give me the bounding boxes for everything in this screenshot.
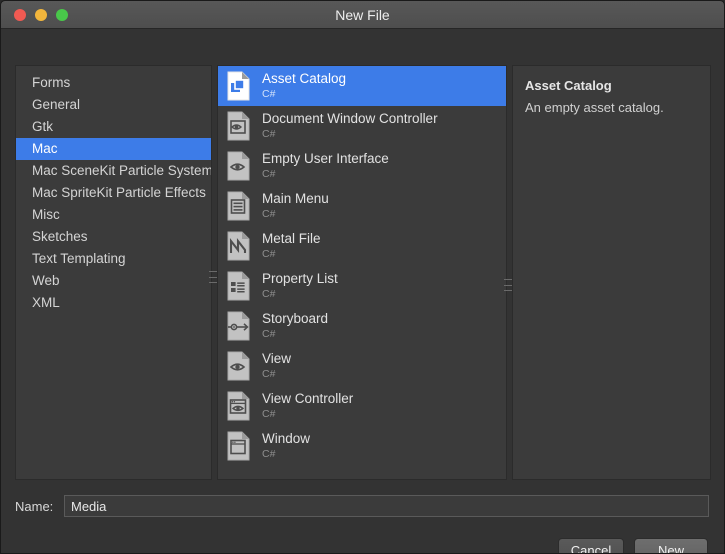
- metal-file-icon: [226, 231, 252, 261]
- template-item-text: View Controller C#: [262, 392, 353, 419]
- template-item-storyboard[interactable]: Storyboard C#: [218, 306, 506, 346]
- category-item-mac[interactable]: Mac: [16, 138, 211, 160]
- template-item-text: Property List C#: [262, 272, 338, 299]
- eye-document-icon: [226, 151, 252, 181]
- template-item-text: Metal File C#: [262, 232, 321, 259]
- category-item-xml[interactable]: XML: [16, 292, 211, 314]
- template-item-language: C#: [262, 127, 276, 140]
- name-input[interactable]: [64, 495, 709, 517]
- template-item-view[interactable]: View C#: [218, 346, 506, 386]
- template-item-name: Main Menu: [262, 191, 329, 207]
- detail-description: An empty asset catalog.: [525, 100, 664, 115]
- template-item-window[interactable]: Window C#: [218, 426, 506, 466]
- category-item-general[interactable]: General: [16, 94, 211, 116]
- new-file-dialog: New File Forms General Gtk Mac Mac SceneKit …: [0, 0, 725, 554]
- category-item-text-templating[interactable]: Text Templating: [16, 248, 211, 270]
- dialog-footer: Cancel New: [558, 538, 708, 553]
- template-item-text: Asset Catalog C#: [262, 72, 346, 99]
- category-item-sketches[interactable]: Sketches: [16, 226, 211, 248]
- template-item-asset-catalog[interactable]: Asset Catalog C#: [218, 66, 506, 106]
- cancel-button[interactable]: Cancel: [558, 538, 624, 553]
- window-icon: [226, 431, 252, 461]
- category-list[interactable]: Forms General Gtk Mac Mac SceneKit Particle …: [16, 66, 211, 314]
- category-item-gtk[interactable]: Gtk: [16, 116, 211, 138]
- new-button[interactable]: New: [634, 538, 708, 553]
- category-item-mac-scenekit-particle-systems[interactable]: Mac SceneKit Particle Systems: [16, 160, 211, 182]
- template-item-name: Metal File: [262, 231, 321, 247]
- template-item-text: Window C#: [262, 432, 310, 459]
- template-pane: Asset Catalog C# Document Window Controlle…: [217, 65, 507, 480]
- eye-document-icon: [226, 351, 252, 381]
- template-item-name: Empty User Interface: [262, 151, 389, 167]
- dialog-titlebar[interactable]: New File: [1, 1, 724, 29]
- menu-document-icon: [226, 191, 252, 221]
- dialog-title: New File: [335, 7, 390, 23]
- template-item-name: Asset Catalog: [262, 71, 347, 87]
- template-item-text: Document Window Controller C#: [262, 112, 438, 139]
- template-item-language: C#: [262, 87, 276, 100]
- dialog-body: Forms General Gtk Mac Mac SceneKit Particle …: [1, 29, 724, 553]
- template-item-text: Main Menu C#: [262, 192, 329, 219]
- category-item-forms[interactable]: Forms: [16, 72, 211, 94]
- template-item-text: View C#: [262, 352, 291, 379]
- template-item-language: C#: [262, 247, 276, 260]
- template-item-document-window-controller[interactable]: Document Window Controller C#: [218, 106, 506, 146]
- property-list-icon: [226, 271, 252, 301]
- storyboard-icon: [226, 311, 252, 341]
- category-pane: Forms General Gtk Mac Mac SceneKit Particle …: [15, 65, 212, 480]
- template-item-name: View: [262, 351, 292, 367]
- template-item-name: Property List: [262, 271, 338, 287]
- template-item-language: C#: [262, 287, 276, 300]
- template-list[interactable]: Asset Catalog C# Document Window Controlle…: [218, 66, 506, 466]
- category-item-misc[interactable]: Misc: [16, 204, 211, 226]
- template-item-main-menu[interactable]: Main Menu C#: [218, 186, 506, 226]
- template-item-language: C#: [262, 447, 276, 460]
- name-label: Name:: [15, 498, 54, 514]
- template-item-empty-user-interface[interactable]: Empty User Interface C#: [218, 146, 506, 186]
- template-item-language: C#: [262, 327, 276, 340]
- detail-pane: Asset Catalog An empty asset catalog.: [512, 65, 711, 480]
- category-item-mac-spritekit-particle-effects[interactable]: Mac SpriteKit Particle Effects: [16, 182, 211, 204]
- category-item-web[interactable]: Web: [16, 270, 211, 292]
- template-item-name: Storyboard: [262, 311, 329, 327]
- detail-title: Asset Catalog: [525, 78, 612, 93]
- template-item-language: C#: [262, 167, 276, 180]
- window-controller-icon: [226, 111, 252, 141]
- template-item-name: View Controller: [262, 391, 354, 407]
- template-item-language: C#: [262, 207, 276, 220]
- template-item-language: C#: [262, 367, 276, 380]
- template-item-text: Storyboard C#: [262, 312, 328, 339]
- asset-catalog-icon: [226, 71, 252, 101]
- template-item-name: Window: [262, 431, 311, 447]
- template-item-language: C#: [262, 407, 276, 420]
- template-item-text: Empty User Interface C#: [262, 152, 389, 179]
- view-controller-icon: [226, 391, 252, 421]
- template-item-metal-file[interactable]: Metal File C#: [218, 226, 506, 266]
- template-item-view-controller[interactable]: View Controller C#: [218, 386, 506, 426]
- template-item-property-list[interactable]: Property List C#: [218, 266, 506, 306]
- name-row: Name:: [15, 495, 709, 517]
- template-item-name: Document Window Controller: [262, 111, 438, 127]
